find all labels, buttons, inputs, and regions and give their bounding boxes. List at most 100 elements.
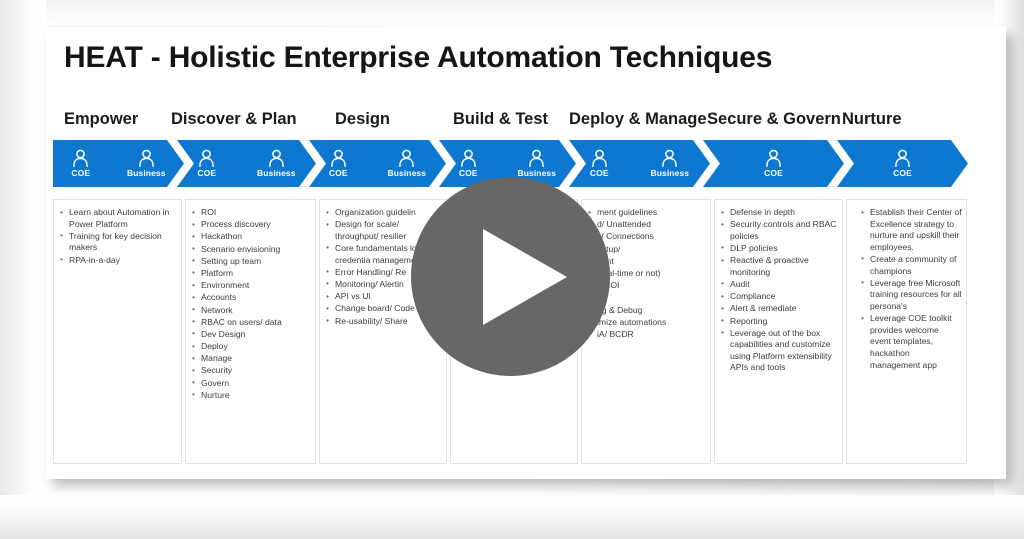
bullet-item: Scenario envisioning: [192, 243, 311, 256]
person-icon: [528, 149, 545, 167]
persona-row: COE Business: [309, 140, 446, 187]
persona-label: Business: [256, 168, 296, 178]
persona-row: COE Business: [569, 140, 710, 187]
bullet-item: Compliance: [721, 291, 838, 303]
person-icon: [330, 149, 347, 167]
play-icon: [483, 229, 567, 325]
person-icon: [591, 149, 608, 167]
person-icon: [268, 149, 285, 167]
persona-business: Business: [127, 149, 166, 178]
persona-coe: COE: [893, 149, 912, 178]
persona-coe: COE: [459, 149, 478, 178]
phase-chevron-design[interactable]: COE Business: [309, 140, 446, 187]
persona-label: COE: [589, 168, 609, 178]
player-frame-left: [0, 0, 46, 539]
player-frame-top: [0, 0, 1024, 26]
bullet-item: Learn about Automation in Power Platform: [60, 206, 177, 230]
persona-label: Business: [126, 168, 166, 178]
person-icon: [661, 149, 678, 167]
page-title: HEAT - Holistic Enterprise Automation Te…: [64, 41, 773, 74]
bullet-item: Alert & remediate: [721, 303, 838, 315]
bullet-list: Establish their Center of Excellence str…: [847, 200, 966, 371]
bullet-item: Create a community of champions: [861, 253, 962, 277]
bullet-list: Defense in depthSecurity controls and RB…: [715, 200, 842, 374]
persona-label: COE: [197, 168, 217, 178]
person-icon: [460, 149, 477, 167]
persona-business: Business: [517, 149, 556, 178]
bullet-item: ment guidelines: [588, 207, 706, 219]
bullet-list: ROIProcess discoveryHackathonScenario en…: [186, 200, 315, 401]
play-button[interactable]: [411, 177, 610, 376]
phase-chevron-empower[interactable]: COE Business: [53, 140, 184, 187]
persona-coe: COE: [764, 149, 783, 178]
bullet-item: Establish their Center of Excellence str…: [861, 206, 962, 253]
bullet-item: Network: [192, 304, 311, 317]
bullet-item: imize automations: [588, 316, 706, 329]
bullet-item: iA/ BCDR: [588, 328, 706, 341]
bullet-item: Reactive & proactive monitoring: [721, 255, 838, 278]
bullet-item: Leverage free Microsoft training resourc…: [861, 277, 962, 313]
phase-label-secure-govern: Secure & Govern: [707, 110, 841, 128]
bullet-item: Process discovery: [192, 219, 311, 231]
persona-label: COE: [893, 168, 912, 178]
persona-row: COE Business: [177, 140, 316, 187]
video-player-stage: HEAT - Holistic Enterprise Automation Te…: [0, 0, 1024, 539]
phase-chevron-discover-plan[interactable]: COE Business: [177, 140, 316, 187]
phase-chevron-secure-govern[interactable]: COE: [703, 140, 844, 187]
persona-label: Business: [387, 168, 427, 178]
bullet-item: Manage: [192, 353, 311, 365]
bullet-item: DLP policies: [721, 242, 838, 255]
bullet-item: Hackathon: [192, 231, 311, 243]
bullet-item: Reporting: [721, 315, 838, 328]
persona-label: COE: [764, 168, 783, 178]
player-frame-bottom: [0, 495, 1024, 539]
person-icon: [138, 149, 155, 167]
bullet-item: Platform: [192, 267, 311, 280]
bullet-item: Setting up team: [192, 255, 311, 268]
persona-row: COE: [837, 140, 968, 187]
bullet-item: RBAC on users/ data: [192, 316, 311, 329]
bullet-item: Environment: [192, 280, 311, 292]
person-icon: [198, 149, 215, 167]
bullet-item: ng & Debug: [588, 304, 706, 317]
phase-chevron-deploy-manage[interactable]: COE Business: [569, 140, 710, 187]
persona-business: Business: [257, 149, 296, 178]
bullet-item: Accounts: [192, 292, 311, 304]
phase-card-discover-plan: ROIProcess discoveryHackathonScenario en…: [185, 199, 316, 464]
phase-card-nurture: Establish their Center of Excellence str…: [846, 199, 967, 464]
persona-coe: COE: [329, 149, 348, 178]
person-icon: [765, 149, 782, 167]
persona-label: COE: [328, 168, 348, 178]
bullet-item: s/ Connections: [588, 231, 706, 243]
bullet-item: Organization guidelin: [326, 207, 442, 219]
bullet-list: Learn about Automation in Power Platform…: [54, 200, 181, 266]
persona-coe: COE: [590, 149, 609, 178]
phase-card-secure-govern: Defense in depthSecurity controls and RB…: [714, 199, 843, 464]
phase-label-discover-plan: Discover & Plan: [171, 110, 297, 128]
bullet-item: Security: [192, 365, 311, 377]
persona-row: COE: [703, 140, 844, 187]
persona-label: Business: [517, 168, 557, 178]
bullet-item: Govern: [192, 377, 311, 390]
phase-label-nurture: Nurture: [842, 110, 902, 128]
bullet-item: Security controls and RBAC policies: [721, 219, 838, 242]
bullet-item: RPA-in-a-day: [60, 254, 177, 267]
person-icon: [894, 149, 911, 167]
phase-label-deploy-manage: Deploy & Manage: [569, 110, 707, 128]
persona-label: COE: [458, 168, 478, 178]
bullet-item: Defense in depth: [721, 207, 838, 219]
phase-label-design: Design: [335, 110, 391, 128]
phase-card-empower: Learn about Automation in Power Platform…: [53, 199, 182, 464]
persona-business: Business: [650, 149, 689, 178]
bullet-item: Audit: [721, 278, 838, 291]
bullet-item: Deploy: [192, 341, 311, 353]
phase-label-empower: Empower: [64, 110, 139, 128]
phase-chevron-nurture[interactable]: COE: [837, 140, 968, 187]
bullet-item: Training for key decision makers: [60, 230, 177, 254]
persona-coe: COE: [197, 149, 216, 178]
phase-label-build-test: Build & Test: [453, 110, 549, 128]
persona-label: Business: [650, 168, 690, 178]
person-icon: [72, 149, 89, 167]
bullet-item: Dev Design: [192, 328, 311, 341]
bullet-item: ROI: [192, 207, 311, 219]
